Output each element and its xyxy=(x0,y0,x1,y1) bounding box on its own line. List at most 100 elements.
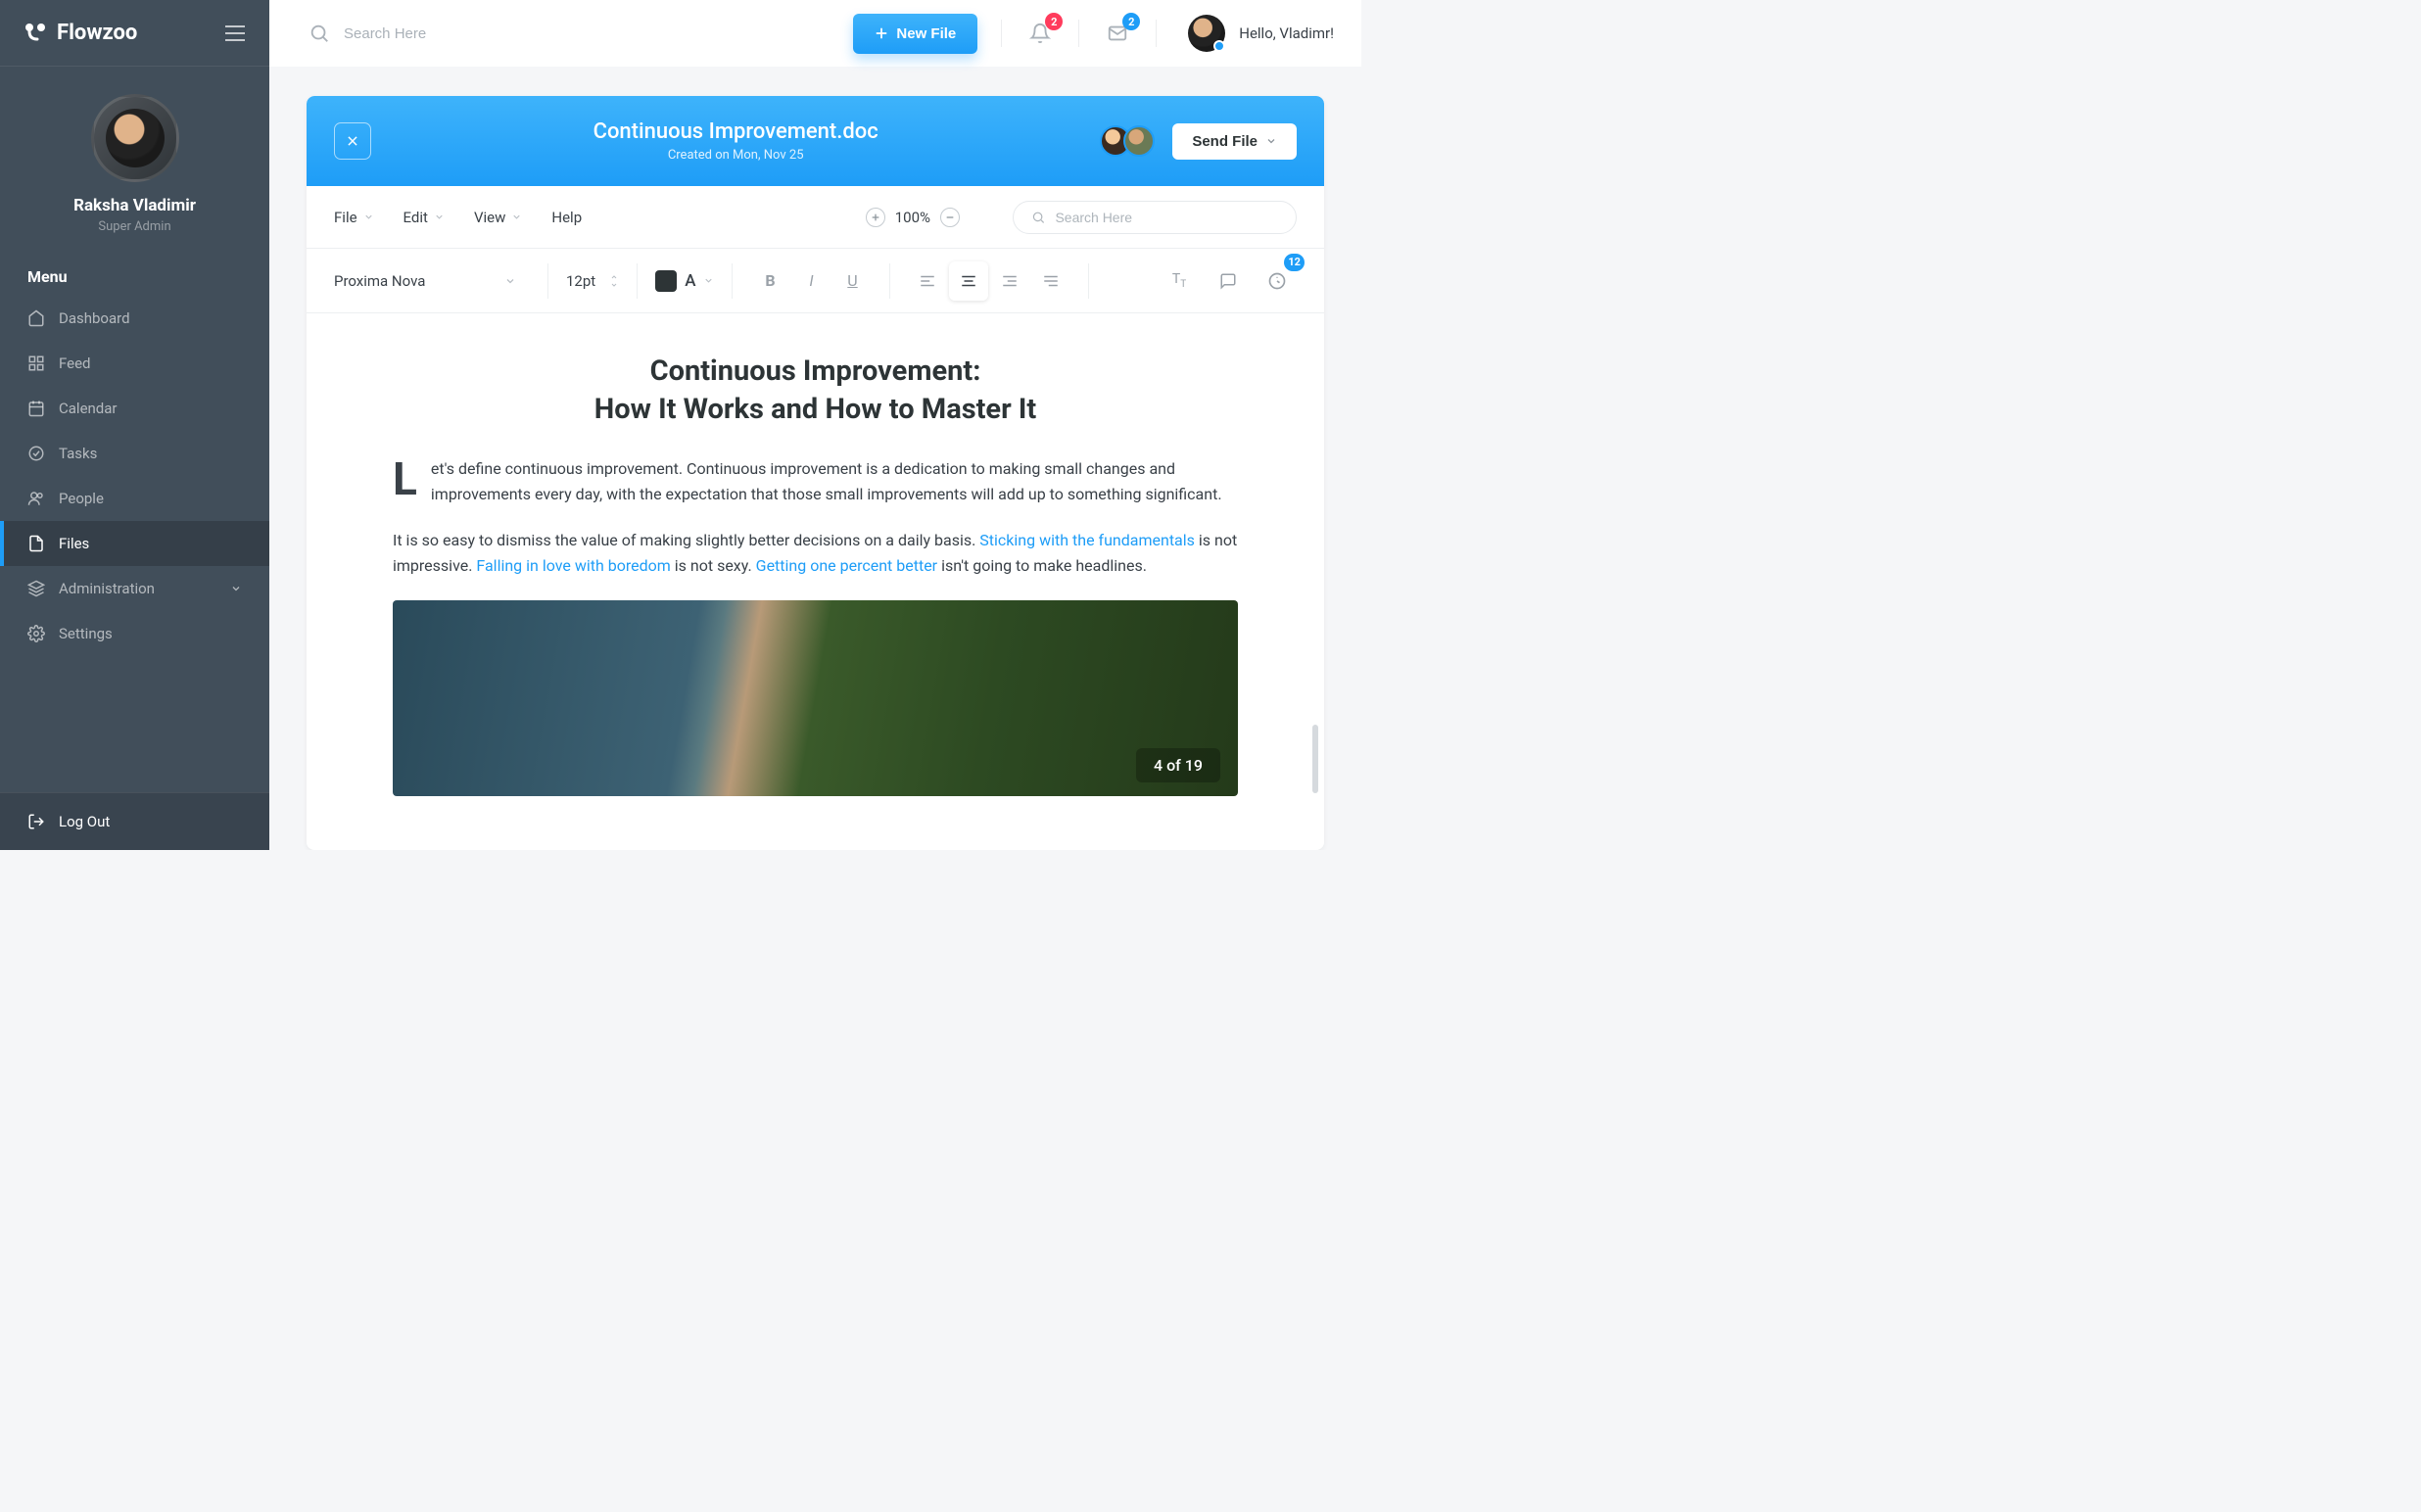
greeting: Hello, Vladimr! xyxy=(1239,24,1334,42)
menu-heading: Menu xyxy=(0,250,269,296)
plus-icon xyxy=(871,213,880,222)
font-select[interactable]: Proxima Nova xyxy=(334,272,530,290)
brand-icon xyxy=(24,22,47,45)
chevron-down-icon xyxy=(511,212,522,222)
status-dot xyxy=(1213,40,1225,52)
hamburger-icon[interactable] xyxy=(224,24,246,42)
doc-title: Continuous Improvement.doc xyxy=(371,119,1100,144)
collaborator-avatar xyxy=(1123,125,1155,157)
chevron-down-icon xyxy=(363,212,374,222)
chevron-down-icon xyxy=(434,212,445,222)
global-search[interactable] xyxy=(309,23,830,44)
text-style-button[interactable]: TT xyxy=(1160,261,1199,301)
scrollbar-thumb[interactable] xyxy=(1312,725,1318,793)
search-icon xyxy=(1031,210,1045,225)
profile-block: Raksha Vladimir Super Admin xyxy=(0,67,269,250)
format-bar: Proxima Nova 12pt A xyxy=(307,249,1324,313)
text-color-button[interactable]: A xyxy=(655,270,714,292)
color-swatch xyxy=(655,270,677,292)
brand-logo[interactable]: Flowzoo xyxy=(24,21,137,45)
align-left-button[interactable] xyxy=(908,261,947,301)
sidebar-item-label: Calendar xyxy=(59,400,118,417)
sidebar-item-settings[interactable]: Settings xyxy=(0,611,269,656)
avatar[interactable] xyxy=(91,94,179,182)
sidebar-item-administration[interactable]: Administration xyxy=(0,566,269,611)
comment-button[interactable] xyxy=(1209,261,1248,301)
link[interactable]: Falling in love with boredom xyxy=(476,556,670,575)
chevron-down-icon xyxy=(1265,135,1277,147)
history-button[interactable]: 12 xyxy=(1258,261,1297,301)
search-icon xyxy=(309,23,330,44)
chevron-up-icon[interactable] xyxy=(609,273,619,281)
logout-label: Log Out xyxy=(59,813,110,830)
doc-header: Continuous Improvement.doc Created on Mo… xyxy=(307,96,1324,186)
underline-button[interactable]: U xyxy=(832,261,872,301)
bold-button[interactable]: B xyxy=(750,261,789,301)
chevron-down-icon[interactable] xyxy=(609,281,619,289)
menu-edit[interactable]: Edit xyxy=(404,209,445,226)
doc-search-input[interactable] xyxy=(1055,210,1278,225)
align-right-button[interactable] xyxy=(990,261,1029,301)
chevron-down-icon xyxy=(703,275,714,286)
history-badge: 12 xyxy=(1284,254,1305,271)
send-file-label: Send File xyxy=(1192,133,1258,150)
user-menu[interactable]: Hello, Vladimr! xyxy=(1188,15,1334,52)
topbar: New File 2 2 Hello, Vladimr! xyxy=(269,0,1361,67)
align-center-icon xyxy=(960,272,977,290)
link[interactable]: Sticking with the fundamentals xyxy=(979,531,1195,549)
grid-icon xyxy=(27,354,45,372)
profile-name: Raksha Vladimir xyxy=(20,196,250,215)
sidebar-item-label: Files xyxy=(59,535,89,552)
search-input[interactable] xyxy=(344,25,598,42)
home-icon xyxy=(27,309,45,327)
sidebar-item-label: Dashboard xyxy=(59,309,130,327)
doc-search[interactable] xyxy=(1013,201,1297,234)
nav: Dashboard Feed Calendar Tasks People Files Adm… xyxy=(0,296,269,792)
sidebar-item-people[interactable]: People xyxy=(0,476,269,521)
chevron-down-icon xyxy=(230,583,242,594)
history-icon xyxy=(1267,271,1287,291)
check-icon xyxy=(27,445,45,462)
sidebar-item-feed[interactable]: Feed xyxy=(0,341,269,386)
close-button[interactable] xyxy=(334,122,371,160)
font-size-select[interactable]: 12pt xyxy=(566,272,619,290)
align-left-icon xyxy=(919,272,936,290)
menu-view[interactable]: View xyxy=(474,209,522,226)
messages-badge: 2 xyxy=(1122,13,1140,30)
chevron-down-icon xyxy=(504,275,516,287)
document-image[interactable]: 4 of 19 xyxy=(393,600,1238,796)
sidebar-item-label: Feed xyxy=(59,354,91,372)
gear-icon xyxy=(27,625,45,642)
collaborators[interactable] xyxy=(1100,125,1155,157)
sidebar-item-files[interactable]: Files xyxy=(0,521,269,566)
sidebar-item-label: Tasks xyxy=(59,445,97,462)
send-file-button[interactable]: Send File xyxy=(1172,123,1297,160)
doc-body[interactable]: Continuous Improvement: How It Works and… xyxy=(307,313,1324,850)
messages-button[interactable]: 2 xyxy=(1103,19,1132,48)
align-right-icon xyxy=(1001,272,1019,290)
sidebar-item-calendar[interactable]: Calendar xyxy=(0,386,269,431)
plus-icon xyxy=(875,26,888,40)
sidebar-item-tasks[interactable]: Tasks xyxy=(0,431,269,476)
menu-help[interactable]: Help xyxy=(551,209,582,226)
sidebar-item-dashboard[interactable]: Dashboard xyxy=(0,296,269,341)
align-center-button[interactable] xyxy=(949,261,988,301)
menu-bar: File Edit View Help 100% xyxy=(307,186,1324,249)
doc-heading: Continuous Improvement: How It Works and… xyxy=(393,353,1238,429)
paragraph: Let's define continuous improvement. Con… xyxy=(393,456,1238,506)
document-page[interactable]: Continuous Improvement: How It Works and… xyxy=(334,313,1297,850)
link[interactable]: Getting one percent better xyxy=(756,556,937,575)
align-justify-button[interactable] xyxy=(1031,261,1070,301)
notifications-badge: 2 xyxy=(1045,13,1063,30)
logout-icon xyxy=(27,813,45,830)
brand-name: Flowzoo xyxy=(57,21,137,45)
menu-file[interactable]: File xyxy=(334,209,374,226)
italic-button[interactable]: I xyxy=(791,261,831,301)
zoom-out-button[interactable] xyxy=(940,208,960,227)
notifications-button[interactable]: 2 xyxy=(1025,19,1055,48)
align-justify-icon xyxy=(1042,272,1060,290)
logout-button[interactable]: Log Out xyxy=(0,792,269,850)
zoom-in-button[interactable] xyxy=(866,208,885,227)
new-file-button[interactable]: New File xyxy=(853,14,977,54)
image-counter: 4 of 19 xyxy=(1136,748,1220,782)
